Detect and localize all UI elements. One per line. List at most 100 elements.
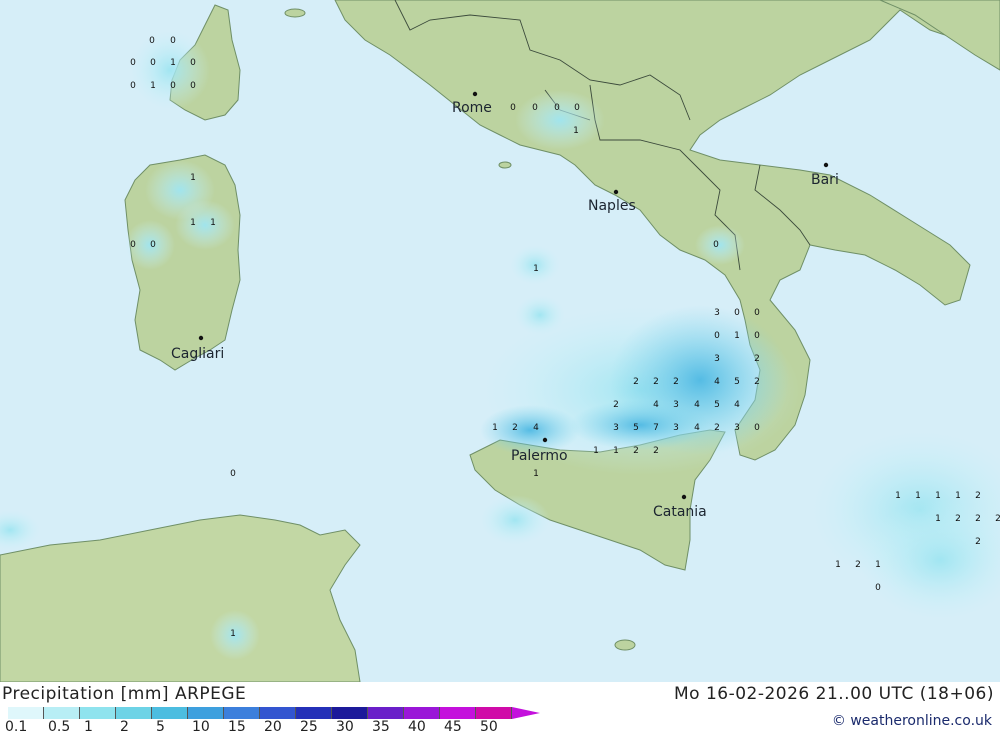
grid-value: 4 [714, 377, 720, 387]
color-swatch [80, 707, 116, 719]
grid-value: 3 [714, 308, 720, 318]
legend-title: Precipitation [mm] ARPEGE [2, 684, 247, 704]
grid-value: 1 [492, 423, 498, 433]
city-label-cagliari: Cagliari [171, 346, 224, 362]
grid-value: 1 [875, 560, 881, 570]
city-label-bari: Bari [811, 172, 839, 188]
grid-value: 0 [170, 36, 176, 46]
grid-value: 3 [673, 400, 679, 410]
grid-value: 1 [935, 491, 941, 501]
color-swatch [440, 707, 476, 719]
grid-value: 2 [955, 514, 961, 524]
color-swatch [296, 707, 332, 719]
grid-value: 4 [653, 400, 659, 410]
grid-value: 0 [510, 103, 516, 113]
grid-value: 2 [613, 400, 619, 410]
grid-value: 0 [734, 308, 740, 318]
grid-value: 1 [835, 560, 841, 570]
grid-value: 0 [532, 103, 538, 113]
color-swatch [116, 707, 152, 719]
legend-bar: Precipitation [mm] ARPEGE Mo 16-02-2026 … [0, 682, 1000, 735]
grid-value: 7 [653, 423, 659, 433]
precipitation-map: 0 0 0 0 1 0 0 1 0 0 0 0 0 0 1 1 1 1 0 0 … [0, 0, 1000, 682]
grid-value: 0 [754, 331, 760, 341]
city-label-naples: Naples [588, 198, 636, 214]
grid-value: 1 [915, 491, 921, 501]
island [498, 161, 512, 169]
color-swatch [404, 707, 440, 719]
grid-value: 1 [613, 446, 619, 456]
grid-value: 4 [533, 423, 539, 433]
grid-value: 0 [130, 240, 136, 250]
grid-value: 4 [694, 423, 700, 433]
grid-value: 3 [673, 423, 679, 433]
grid-value: 0 [150, 240, 156, 250]
color-swatch [260, 707, 296, 719]
grid-value: 1 [935, 514, 941, 524]
grid-value: 0 [130, 58, 136, 68]
color-swatch [332, 707, 368, 719]
color-swatch [44, 707, 80, 719]
grid-value: 2 [754, 377, 760, 387]
grid-value: 1 [170, 58, 176, 68]
grid-value: 2 [714, 423, 720, 433]
grid-value: 0 [574, 103, 580, 113]
grid-value: 2 [975, 514, 981, 524]
grid-value: 3 [613, 423, 619, 433]
grid-value: 0 [714, 331, 720, 341]
color-swatch [224, 707, 260, 719]
grid-value: 1 [593, 446, 599, 456]
grid-value: 2 [975, 491, 981, 501]
city-label-catania: Catania [653, 504, 707, 520]
color-swatch [368, 707, 404, 719]
grid-value: 0 [230, 469, 236, 479]
grid-value: 2 [855, 560, 861, 570]
grid-value: 5 [734, 377, 740, 387]
grid-value: 1 [150, 81, 156, 91]
grid-value: 5 [633, 423, 639, 433]
grid-value: 2 [754, 354, 760, 364]
grid-value: 1 [533, 264, 539, 274]
grid-value: 0 [554, 103, 560, 113]
grid-value: 1 [573, 126, 579, 136]
credit-link[interactable]: © weatheronline.co.uk [832, 713, 992, 729]
grid-value: 1 [210, 218, 216, 228]
grid-value: 2 [975, 537, 981, 547]
grid-value: 1 [734, 331, 740, 341]
grid-value: 0 [150, 58, 156, 68]
grid-value: 4 [734, 400, 740, 410]
grid-value: 2 [653, 446, 659, 456]
grid-value: 1 [230, 629, 236, 639]
grid-value: 2 [653, 377, 659, 387]
grid-value: 5 [714, 400, 720, 410]
grid-value: 1 [955, 491, 961, 501]
grid-value: 2 [633, 377, 639, 387]
island [284, 8, 306, 18]
island [614, 639, 636, 651]
grid-value: 0 [754, 423, 760, 433]
color-swatch [152, 707, 188, 719]
grid-value: 2 [995, 514, 1000, 524]
grid-value: 0 [149, 36, 155, 46]
color-swatch [188, 707, 224, 719]
grid-value: 1 [533, 469, 539, 479]
color-swatch [476, 707, 512, 719]
grid-value: 1 [190, 218, 196, 228]
grid-value: 1 [190, 173, 196, 183]
grid-value: 3 [734, 423, 740, 433]
grid-value: 0 [875, 583, 881, 593]
color-swatch [8, 707, 44, 719]
grid-value: 2 [512, 423, 518, 433]
grid-value: 2 [673, 377, 679, 387]
grid-value: 0 [190, 58, 196, 68]
city-label-palermo: Palermo [511, 448, 568, 464]
grid-value: 0 [190, 81, 196, 91]
legend-datetime: Mo 16-02-2026 21..00 UTC (18+06) [673, 684, 994, 704]
grid-value: 1 [895, 491, 901, 501]
grid-value: 0 [170, 81, 176, 91]
color-scale-arrow [512, 707, 540, 719]
grid-value: 0 [754, 308, 760, 318]
grid-value: 0 [130, 81, 136, 91]
grid-value: 0 [713, 240, 719, 250]
grid-value: 4 [694, 400, 700, 410]
